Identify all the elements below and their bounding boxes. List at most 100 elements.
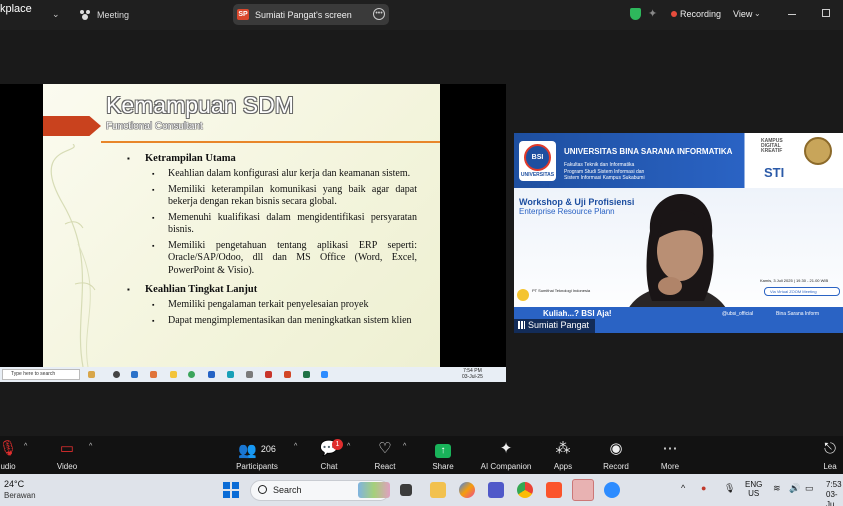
tray-mic-icon[interactable]: 🎙 xyxy=(724,483,735,494)
security-shield-icon[interactable] xyxy=(630,8,641,20)
bullet-item: Memiliki keterampilan komunikasi yang ba… xyxy=(125,184,417,209)
leave-icon: ⎋ xyxy=(824,440,836,457)
app-icon xyxy=(321,371,328,378)
chrome-icon[interactable] xyxy=(517,482,533,498)
participants-icon: 👥 206 xyxy=(238,442,276,459)
facebook-handle: Bina Sarana Inform xyxy=(776,311,820,317)
maximize-icon[interactable] xyxy=(822,9,830,17)
view-button[interactable]: View xyxy=(733,9,752,19)
meeting-top-bar: kplace ⌄ Meeting SP Sumiati Pangat's scr… xyxy=(0,0,843,30)
bsi-logo: BSI UNIVERSITAS xyxy=(519,141,556,181)
app-icon xyxy=(88,371,95,378)
app-title: kplace xyxy=(0,3,32,15)
recording-dot-icon xyxy=(671,11,677,17)
title-arrow-shape xyxy=(43,116,101,136)
participant-name-tag: Sumiati Pangat xyxy=(514,319,596,333)
video-off-icon: ▭ xyxy=(59,440,75,457)
zoom-app-icon[interactable] xyxy=(604,482,620,498)
search-icon xyxy=(258,485,267,494)
app-icon xyxy=(284,371,291,378)
clock-date: 03-Ju xyxy=(826,490,838,506)
shared-search-box: Type here to search xyxy=(2,369,80,380)
meeting-icon xyxy=(80,10,90,20)
app-icon xyxy=(265,371,272,378)
title-divider xyxy=(101,141,440,143)
shared-date: 03-Jul-25 xyxy=(462,374,483,380)
more-button[interactable]: ⋯ More xyxy=(640,440,700,471)
search-label: Search xyxy=(273,485,302,495)
audio-button[interactable]: 🎙 udio xyxy=(0,440,38,471)
audio-label: udio xyxy=(0,462,16,471)
app-icon xyxy=(131,371,138,378)
bullet-item: Dapat mengimplementasikan dan meningkatk… xyxy=(125,315,417,328)
volume-icon[interactable]: 🔊 xyxy=(789,483,800,494)
participants-button[interactable]: 👥 206 Participants xyxy=(227,440,287,471)
copilot-icon[interactable] xyxy=(459,482,475,498)
recording-label[interactable]: Recording xyxy=(680,9,721,19)
chevron-down-icon[interactable]: ⌄ xyxy=(52,9,60,20)
task-view-icon[interactable] xyxy=(400,484,412,496)
app-icon xyxy=(113,371,120,378)
video-button[interactable]: ▭ Video xyxy=(37,440,97,471)
highlight-app-icon[interactable] xyxy=(358,482,390,498)
minimize-icon[interactable] xyxy=(788,14,796,15)
sharer-avatar: SP xyxy=(237,9,249,20)
tray-overflow-icon[interactable]: ^ xyxy=(681,483,685,493)
section-heading: Keahlian Tingkat Lanjut xyxy=(125,283,417,296)
meeting-controls-toolbar: 🎙 udio ^ ▭ Video ^ 👥 206 Participants ^ 💬… xyxy=(0,436,843,474)
windows-start-icon[interactable] xyxy=(223,482,239,498)
bullet-item: Memiliki pengalaman terkait penyelesaian… xyxy=(125,299,417,312)
sticky-notes-icon[interactable] xyxy=(572,479,594,501)
meeting-label[interactable]: Meeting xyxy=(97,10,129,20)
participant-name: Sumiati Pangat xyxy=(528,320,590,330)
audio-options-chevron-icon[interactable]: ^ xyxy=(24,443,27,450)
bullet-item: Keahlian dalam konfigurasi alur kerja da… xyxy=(125,168,417,181)
chat-chevron-icon[interactable]: ^ xyxy=(347,443,350,450)
system-clock[interactable]: 7:53 03-Ju xyxy=(826,480,843,506)
apps-label: Apps xyxy=(553,462,573,471)
slide-title: Kemampuan SDM xyxy=(106,92,294,118)
react-chevron-icon[interactable]: ^ xyxy=(403,443,406,450)
wifi-icon[interactable]: ≋ xyxy=(773,483,781,494)
language-indicator[interactable]: ENG US xyxy=(745,480,762,498)
weather-temperature[interactable]: 24°C xyxy=(4,479,24,489)
record-icon: ◉ xyxy=(609,440,623,457)
audio-level-icon xyxy=(518,321,525,329)
react-label: React xyxy=(374,462,396,471)
clock-time: 7:53 xyxy=(826,480,842,489)
record-button[interactable]: ◉ Record xyxy=(586,440,646,471)
slide-subtitle: Functional Consultant xyxy=(106,121,203,132)
ai-sparkle-icon[interactable]: ✦ xyxy=(648,7,657,20)
apps-icon: ⁂ xyxy=(555,440,571,457)
share-button[interactable]: ↑ Share xyxy=(413,440,473,471)
ai-companion-label: AI Companion xyxy=(480,462,532,471)
share-screen-icon: ↑ xyxy=(413,440,473,458)
zoom-link-badge: Via Virtual ZOOM Meeting xyxy=(764,287,840,296)
app-icon xyxy=(227,371,234,378)
battery-icon[interactable]: ▭ xyxy=(805,483,814,494)
app-icon xyxy=(170,371,177,378)
teams-icon[interactable] xyxy=(488,482,504,498)
weather-status[interactable]: Berawan xyxy=(4,491,36,500)
more-options-icon[interactable]: ••• xyxy=(373,8,385,20)
ai-companion-button[interactable]: ✦ AI Companion xyxy=(476,440,536,471)
screen-share-indicator[interactable]: SP Sumiati Pangat's screen ••• xyxy=(233,4,389,25)
brave-icon[interactable] xyxy=(546,482,562,498)
app-icon xyxy=(246,371,253,378)
leave-button[interactable]: ⎋ Lea xyxy=(810,440,843,471)
apps-button[interactable]: ⁂ Apps xyxy=(533,440,593,471)
university-name: UNIVERSITAS BINA SARANA INFORMATIKA xyxy=(564,147,733,156)
tray-vpn-icon[interactable]: ● xyxy=(701,483,706,493)
participants-chevron-icon[interactable]: ^ xyxy=(294,443,297,450)
vine-decoration xyxy=(50,144,96,367)
partner-logo xyxy=(517,289,529,301)
app-icon xyxy=(188,371,195,378)
participant-video-tile[interactable]: BSI UNIVERSITAS UNIVERSITAS BINA SARANA … xyxy=(514,133,843,333)
view-chevron-icon[interactable]: ⌄ xyxy=(754,9,761,18)
video-options-chevron-icon[interactable]: ^ xyxy=(89,443,92,450)
sti-text: STI xyxy=(764,165,785,180)
faculty-text: Fakultas Teknik dan Informatika Program … xyxy=(564,162,645,181)
app-icon xyxy=(150,371,157,378)
file-explorer-icon[interactable] xyxy=(430,482,446,498)
shared-windows-taskbar: Type here to search 7:54 PM 03-Jul-25 xyxy=(0,367,506,382)
